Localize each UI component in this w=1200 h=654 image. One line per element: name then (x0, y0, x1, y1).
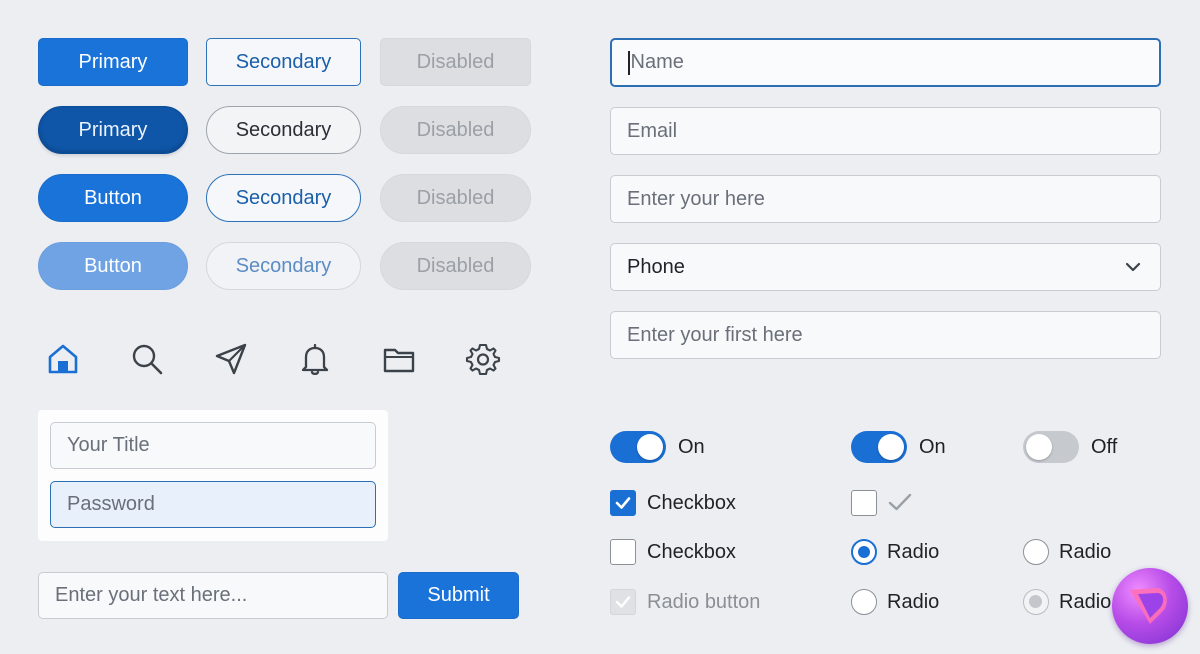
checkbox-empty-2[interactable] (610, 539, 636, 565)
checkmark-icon (615, 497, 631, 509)
submit-button[interactable]: Submit (398, 572, 519, 619)
checkbox-empty-1[interactable] (851, 490, 877, 516)
radio-unselected-1[interactable] (1023, 539, 1049, 565)
generic-input-placeholder: Enter your here (627, 187, 765, 210)
phone-select-value: Phone (627, 255, 685, 278)
toggle-switch-2[interactable] (851, 431, 907, 463)
password-input-placeholder: Password (67, 493, 155, 515)
disabled-pill-button: Disabled (380, 106, 531, 154)
toggle-1-label: On (678, 436, 705, 458)
secondary-pill-button[interactable]: Secondary (206, 106, 361, 154)
title-input[interactable]: Your Title (50, 422, 376, 469)
radio-unselected-2[interactable] (851, 589, 877, 615)
send-icon[interactable] (213, 341, 249, 377)
name-input[interactable]: Name (610, 38, 1161, 87)
app-logo-icon (1112, 568, 1188, 644)
email-input-placeholder: Email (627, 119, 678, 142)
secondary-pill-outline-button[interactable]: Secondary (206, 174, 361, 222)
toggle-knob (878, 434, 904, 460)
checkmark-icon (615, 596, 631, 608)
text-input-placeholder: Enter your text here... (55, 584, 248, 606)
text-input[interactable]: Enter your text here... (38, 572, 388, 619)
ui-kit-canvas: Primary Secondary Disabled Primary Secon… (0, 0, 1200, 654)
radio-4-label: Radio (1059, 591, 1112, 613)
login-card: Your Title Password (38, 410, 388, 541)
radio-3-label: Radio (887, 591, 940, 613)
name-input-placeholder: Name (630, 51, 684, 73)
checkbox-checked[interactable] (610, 490, 636, 516)
password-input[interactable]: Password (50, 481, 376, 528)
home-icon[interactable] (45, 341, 81, 377)
radio-disabled (1023, 589, 1049, 615)
radio-selected[interactable] (851, 539, 877, 565)
text-caret (628, 50, 630, 75)
search-icon[interactable] (129, 341, 165, 377)
email-input[interactable]: Email (610, 107, 1161, 155)
logo-mark-icon (1130, 588, 1167, 624)
toggle-knob (637, 434, 663, 460)
toggle-knob (1026, 434, 1052, 460)
secondary-button[interactable]: Secondary (206, 38, 361, 86)
disabled-pill-button-2: Disabled (380, 174, 531, 222)
secondary-pill-faded-button[interactable]: Secondary (206, 242, 361, 290)
primary-pill-button-pressed[interactable]: Primary (38, 106, 188, 154)
chevron-down-icon (1125, 262, 1141, 272)
toggle-switch-3[interactable] (1023, 431, 1079, 463)
first-name-input-placeholder: Enter your first here (627, 323, 803, 346)
radio-1-label: Radio (887, 541, 940, 563)
button-pill-light[interactable]: Button (38, 242, 188, 290)
folder-icon[interactable] (381, 341, 417, 377)
title-input-placeholder: Your Title (67, 434, 150, 456)
disabled-pill-button-3: Disabled (380, 242, 531, 290)
toggle-2-label: On (919, 436, 946, 458)
generic-input[interactable]: Enter your here (610, 175, 1161, 223)
primary-button[interactable]: Primary (38, 38, 188, 86)
radio-2-label: Radio (1059, 541, 1112, 563)
bell-icon[interactable] (297, 341, 333, 377)
disabled-button: Disabled (380, 38, 531, 86)
check-mark-icon (888, 493, 912, 511)
checkbox-disabled (610, 589, 636, 615)
gear-icon[interactable] (465, 341, 501, 377)
first-name-input[interactable]: Enter your first here (610, 311, 1161, 359)
radio-button-disabled-label: Radio button (647, 591, 761, 613)
checkbox-checked-label: Checkbox (647, 492, 736, 514)
toggle-switch-1[interactable] (610, 431, 666, 463)
toggle-3-label: Off (1091, 436, 1118, 458)
phone-select[interactable]: Phone (610, 243, 1161, 291)
button-pill[interactable]: Button (38, 174, 188, 222)
checkbox-empty-label: Checkbox (647, 541, 736, 563)
